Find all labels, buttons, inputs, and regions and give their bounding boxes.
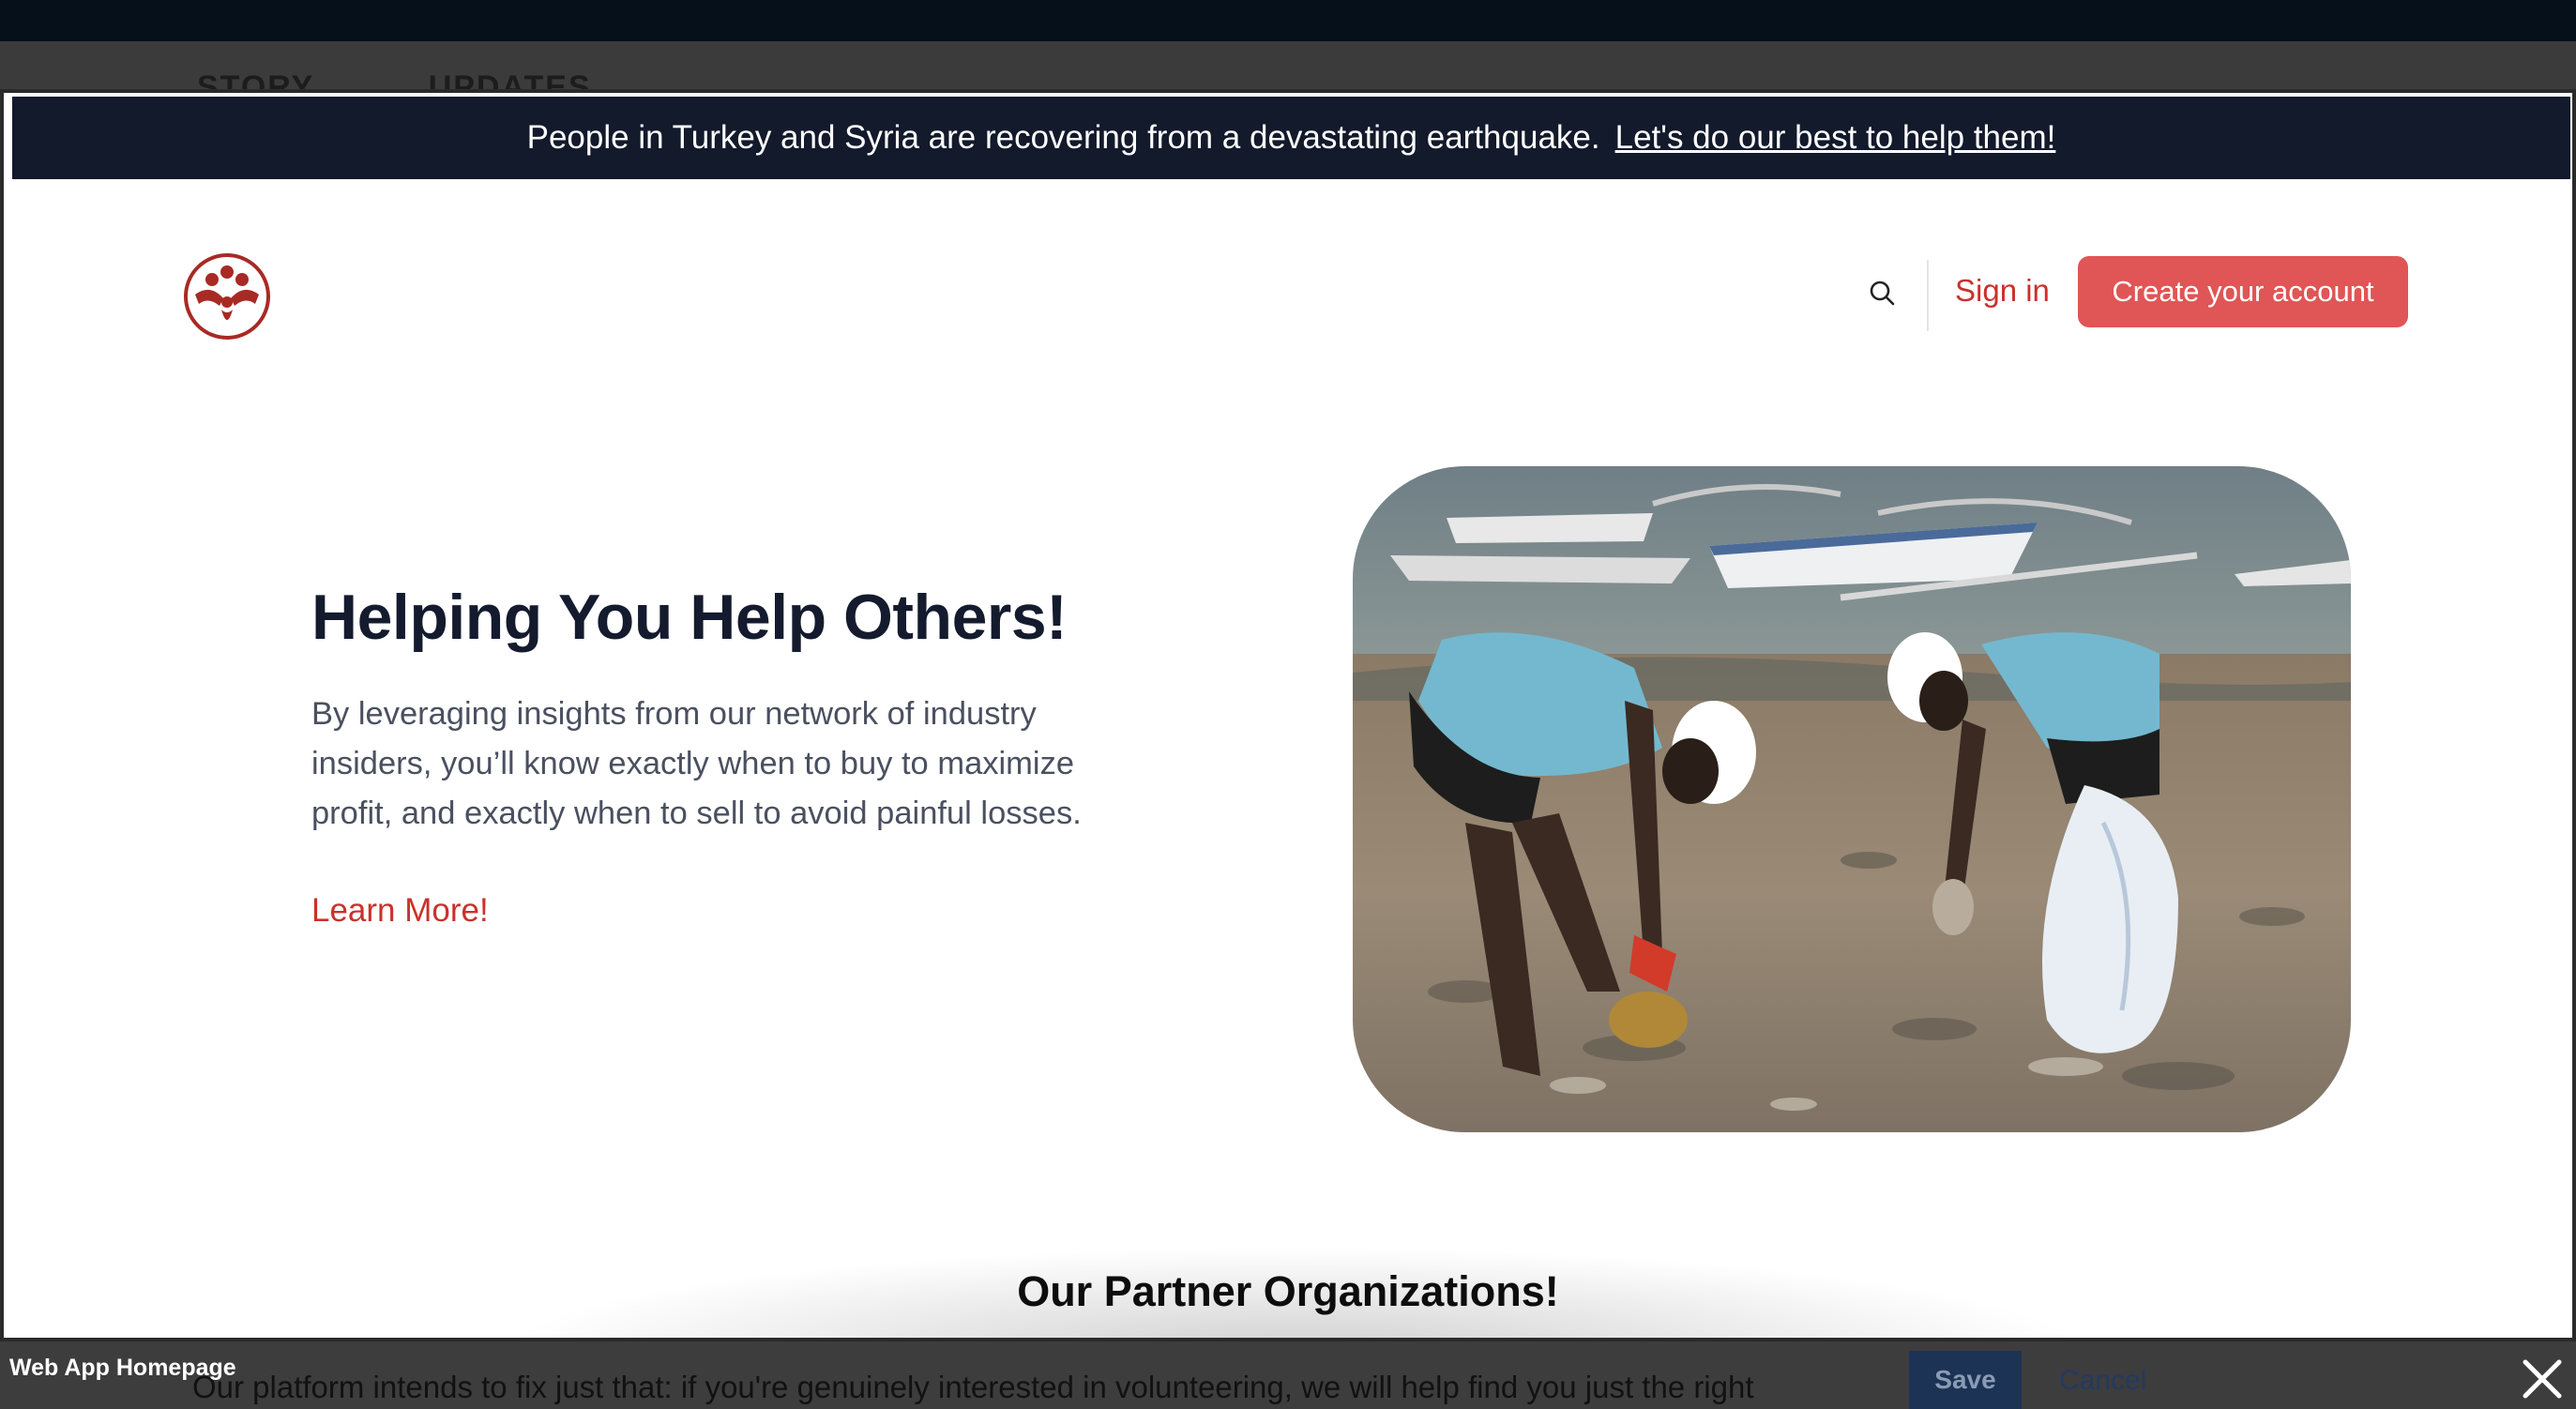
- close-icon[interactable]: [2520, 1356, 2565, 1401]
- cancel-button[interactable]: Cancel: [2059, 1365, 2146, 1397]
- hero-description: By leveraging insights from our network …: [311, 696, 1082, 831]
- sign-in-link[interactable]: Sign in: [1955, 273, 2050, 309]
- create-account-button[interactable]: Create your account: [2078, 256, 2408, 327]
- logo-icon[interactable]: [182, 251, 272, 341]
- search-icon[interactable]: [1866, 277, 1900, 311]
- nav-divider: [1927, 260, 1929, 331]
- hero-photo: [1353, 466, 2351, 1132]
- learn-more-link[interactable]: Learn More!: [311, 892, 489, 930]
- preview-modal: People in Turkey and Syria are recoverin…: [0, 89, 2576, 1341]
- browser-top-strip: [0, 0, 2576, 41]
- hero-title: Helping You Help Others!: [311, 582, 1068, 653]
- save-button[interactable]: Save: [1909, 1351, 2022, 1409]
- announcement-message: People in Turkey and Syria are recoverin…: [526, 119, 1600, 156]
- partners-title: Our Partner Organizations!: [1017, 1267, 1559, 1315]
- announcement-banner: People in Turkey and Syria are recoverin…: [12, 97, 2570, 179]
- underlying-page-text: Our platform intends to fix just that: i…: [192, 1370, 1754, 1404]
- announcement-link[interactable]: Let's do our best to help them!: [1615, 119, 2056, 157]
- preview-title-label: Web App Homepage: [9, 1355, 236, 1381]
